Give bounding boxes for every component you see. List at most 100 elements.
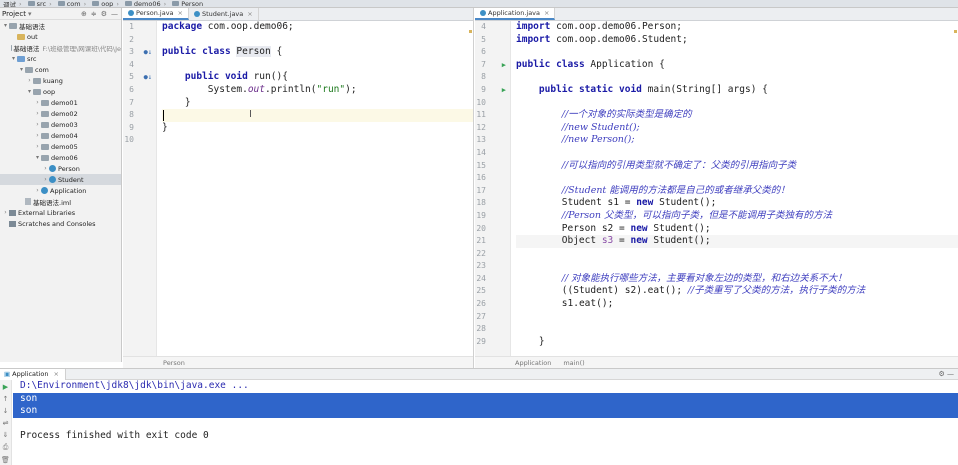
line-number: 15 [476,160,486,170]
close-icon[interactable]: × [544,9,549,17]
line-number: 4 [129,59,134,69]
dropdown-icon[interactable]: ▾ [28,10,32,18]
breadcrumb-item[interactable]: oop › [89,0,122,7]
tree-item[interactable]: ▾ oop [0,86,121,97]
structure-breadcrumb-method[interactable]: main() [563,359,584,367]
override-icon[interactable]: ●↓ [144,71,152,84]
gutter-line: 12 [475,122,510,135]
hide-icon[interactable]: — [111,10,118,18]
tree-item[interactable]: › demo02 [0,108,121,119]
line-number: 21 [476,236,486,246]
chevron-right-icon: › [19,0,22,8]
editor-tab[interactable]: Application.java × [475,8,556,20]
chevron-right-icon: › [49,0,52,8]
tree-item[interactable]: ▾ com [0,64,121,75]
override-icon[interactable]: ●↓ [144,46,152,59]
gear-icon[interactable]: ⚙ [101,10,107,18]
close-icon[interactable]: × [53,370,58,378]
chevron-down-icon[interactable]: ▾ [2,22,9,29]
tree-item-label: Scratches and Consoles [18,219,96,228]
breadcrumb-label: 调试 [3,0,16,8]
code-comment: //new Student(); [561,121,640,133]
chevron-right-icon[interactable]: › [34,121,41,128]
code-area-right[interactable]: import com.oop.demo06.Person; import com.… [511,21,958,356]
structure-breadcrumb-class[interactable]: Application [515,359,551,367]
tree-item[interactable]: out [0,31,121,42]
code-token: s1 [607,197,619,209]
scroll-up-icon[interactable]: ↑ [3,395,9,403]
gear-icon[interactable]: ⚙ — [938,370,954,378]
close-icon[interactable]: × [178,9,183,17]
tree-item[interactable]: ▾ demo06 [0,152,121,163]
wrap-icon[interactable]: ⇌ [3,419,9,427]
chevron-right-icon[interactable]: › [42,176,49,183]
print-icon[interactable]: ⎙ [3,443,9,452]
breadcrumb-item[interactable]: demo06 › [122,0,169,7]
tree-item[interactable]: › External Libraries [0,207,121,218]
tree-item[interactable]: › demo03 [0,119,121,130]
tree-item[interactable]: › Person [0,163,121,174]
chevron-right-icon[interactable]: › [42,165,49,172]
tree-item[interactable]: › kuang [0,75,121,86]
code-token: String [676,83,711,95]
scroll-down-icon[interactable]: ↓ [3,407,9,415]
editor-tab[interactable]: Student.java × [189,8,259,20]
run-tab-application[interactable]: ▣ Application × [0,368,66,380]
breadcrumb-item[interactable]: 调试 › [0,0,25,8]
close-icon[interactable]: × [247,10,252,18]
chevron-down-icon[interactable]: ▾ [26,88,33,95]
code-area-left[interactable]: package com.oop.demo06; public class Pers… [157,21,473,356]
tree-item[interactable]: 基础语法.iml [0,196,121,207]
chevron-right-icon[interactable]: › [34,99,41,106]
chevron-right-icon[interactable]: › [34,110,41,117]
chevron-down-icon[interactable]: ▾ [18,66,25,73]
chevron-right-icon[interactable]: › [26,77,33,84]
code-line: ((Student) s2).eat(); //子类重写了父类的方法，执行子类的… [516,285,958,298]
tree-item[interactable]: Scratches and Consoles [0,218,121,229]
tree-item[interactable]: ▾ 基础语法 [0,20,121,31]
tree-item[interactable]: 基础语法 F:\班级管理\网课班\代码\Je [0,42,121,53]
code-token: demo06 [601,33,637,45]
chevron-right-icon[interactable]: › [34,132,41,139]
console-output[interactable]: D:\Environment\jdk8\jdk\bin\java.exe ...… [13,380,958,465]
gutter-line: 22 [475,248,510,261]
code-comment: // 对象能执行哪些方法，主要看对象左边的类型，和右边关系不大！ [561,272,847,284]
tree-item[interactable]: › demo01 [0,97,121,108]
chevron-down-icon[interactable]: ▾ [10,55,17,62]
run-icon[interactable]: ▶ [502,84,506,97]
chevron-right-icon[interactable]: › [34,143,41,150]
breadcrumb-item[interactable]: Person [169,0,206,7]
tree-item[interactable]: › Application [0,185,121,196]
tree-item[interactable]: › demo04 [0,130,121,141]
breadcrumb-item[interactable]: com › [55,0,90,7]
folder-icon [27,1,35,6]
tree-item-label: src [27,54,37,63]
project-view-selector[interactable]: Project [2,10,26,18]
pin-icon[interactable]: ⇓ [3,431,9,439]
tree-item[interactable]: › Student [0,174,121,185]
tree-item[interactable]: › demo05 [0,141,121,152]
trash-icon[interactable]: 🗑 [1,456,10,464]
editor-tab[interactable]: Person.java × [123,8,189,20]
gutter-line: 9 [123,122,156,135]
collapse-icon[interactable]: ≑ [91,10,97,18]
chevron-right-icon[interactable]: › [34,187,41,194]
run-tab-label: Application [12,370,49,378]
breadcrumb-item[interactable]: src › [25,0,55,8]
line-number: 9 [481,84,486,94]
tree-item[interactable]: ▾ src [0,53,121,64]
structure-breadcrumb[interactable]: Person [163,359,185,367]
chevron-right-icon[interactable]: › [2,209,9,216]
rerun-icon[interactable]: ▶ [3,383,8,391]
locate-icon[interactable]: ⊕ [81,10,87,18]
console-line: son [13,392,958,406]
run-icon[interactable]: ▶ [502,59,506,72]
gutter-line: 6 [123,84,156,97]
chevron-down-icon[interactable]: ▾ [34,154,41,161]
editor-tab-label: Person.java [136,9,174,17]
code-token: oop [578,21,597,32]
